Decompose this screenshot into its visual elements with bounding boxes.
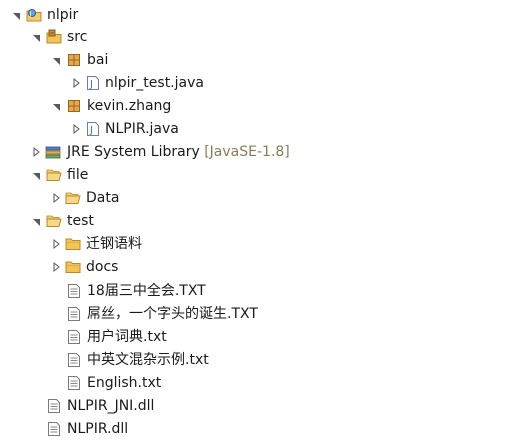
tree-item-file-dll-2[interactable]: NLPIR.dll [0,418,523,440]
text-file-icon [66,283,82,299]
package-icon [66,52,82,68]
triangle-right-icon[interactable] [72,77,82,89]
folder-open-icon [46,213,62,229]
triangle-down-icon[interactable] [32,215,42,227]
package-icon [66,98,82,114]
library-decoration: [JavaSE-1.8] [204,144,290,160]
tree-item-label: 屌丝，一个字头的诞生.TXT [87,306,258,322]
tree-item-label: kevin.zhang [87,98,172,114]
triangle-right-icon[interactable] [52,238,62,250]
triangle-down-icon[interactable] [52,100,62,112]
tree-item-package-bai[interactable]: bai [0,49,523,71]
tree-item-label: file [67,167,89,183]
java-file-icon: J [85,75,101,91]
folder-open-icon [46,167,62,183]
tree-item-nlpir-project[interactable]: J nlpir [0,4,523,26]
triangle-right-icon[interactable] [52,261,62,273]
tree-item-label: NLPIR_JNI.dll [67,398,155,414]
tree-item-nlpir-test-java[interactable]: J nlpir_test.java [0,72,523,94]
text-file-icon [66,352,82,368]
svg-text:J: J [29,10,32,17]
tree-item-label: bai [87,52,109,68]
tree-item-label: NLPIR.java [105,121,179,137]
tree-item-label: src [67,29,88,45]
tree-item-label: 中英文混杂示例.txt [87,352,209,368]
tree-item-folder-data[interactable]: Data [0,187,523,209]
text-file-icon [66,375,82,391]
triangle-down-icon[interactable] [32,169,42,181]
svg-text:J: J [89,125,93,136]
tree-item-label: test [67,213,94,229]
tree-item-nlpir-java[interactable]: J NLPIR.java [0,118,523,140]
folder-icon [65,236,81,252]
tree-item-file-txt-5[interactable]: English.txt [0,372,523,394]
triangle-down-icon[interactable] [12,9,22,21]
triangle-down-icon[interactable] [32,31,42,43]
text-file-icon [66,329,82,345]
tree-item-folder-qiangang[interactable]: 迁钢语料 [0,233,523,255]
tree-item-label: JRE System Library [JavaSE-1.8] [67,143,290,161]
library-icon [45,144,61,160]
tree-item-file-txt-4[interactable]: 中英文混杂示例.txt [0,349,523,371]
tree-item-label: Data [86,190,120,206]
svg-text:J: J [89,79,93,90]
java-project-icon: J [26,7,42,23]
triangle-right-icon[interactable] [52,192,62,204]
source-folder-icon [46,29,62,45]
tree-item-label: NLPIR.dll [67,421,129,437]
tree-item-file-txt-2[interactable]: 屌丝，一个字头的诞生.TXT [0,303,523,325]
triangle-down-icon[interactable] [52,54,62,66]
tree-item-file-txt-1[interactable]: 18届三中全会.TXT [0,280,523,302]
text-file-icon [66,306,82,322]
tree-item-folder-docs[interactable]: docs [0,256,523,278]
tree-item-file-dll-1[interactable]: NLPIR_JNI.dll [0,395,523,417]
triangle-right-icon[interactable] [72,123,82,135]
text-file-icon [46,421,62,437]
tree-item-label: docs [86,259,119,275]
folder-icon [65,259,81,275]
tree-item-label: English.txt [87,375,162,391]
folder-open-icon [65,190,81,206]
package-explorer-tree: J nlpir src bai J nlpir_test.java kevin.… [0,0,523,440]
tree-item-label: nlpir [47,7,79,23]
tree-item-package-kevin-zhang[interactable]: kevin.zhang [0,95,523,117]
tree-item-folder-file[interactable]: file [0,164,523,186]
tree-item-label: nlpir_test.java [105,75,204,91]
library-name: JRE System Library [67,144,200,160]
tree-item-folder-test[interactable]: test [0,210,523,232]
tree-item-file-txt-3[interactable]: 用户词典.txt [0,326,523,348]
tree-item-label: 18届三中全会.TXT [87,283,206,299]
tree-item-src[interactable]: src [0,26,523,48]
tree-item-label: 用户词典.txt [87,329,167,345]
text-file-icon [46,398,62,414]
tree-item-jre-system-library[interactable]: JRE System Library [JavaSE-1.8] [0,141,523,163]
triangle-right-icon[interactable] [32,146,42,158]
tree-item-label: 迁钢语料 [86,236,142,252]
java-file-icon: J [85,121,101,137]
